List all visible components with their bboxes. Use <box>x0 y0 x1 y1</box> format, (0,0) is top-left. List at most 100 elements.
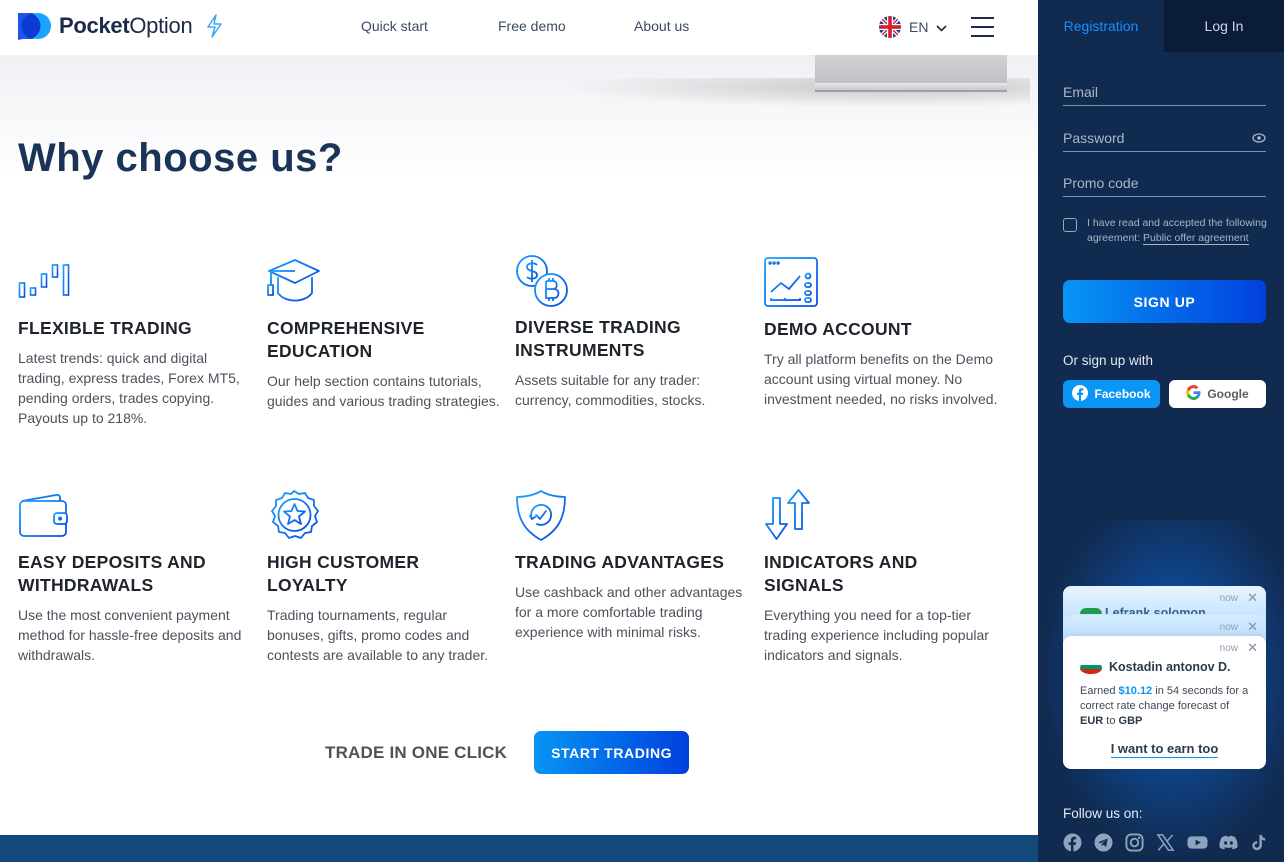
youtube-icon[interactable] <box>1187 833 1208 852</box>
facebook-icon <box>1072 384 1089 404</box>
notification-header: Kostadin antonov D. <box>1080 660 1231 674</box>
notification-card: now ✕ Kostadin antonov D. Earned $10.12 … <box>1063 636 1266 769</box>
flag-stripe <box>1080 669 1102 674</box>
feature-card: DIVERSE TRADING INSTRUMENTS Assets suita… <box>515 254 750 410</box>
country-flag-icon <box>1080 608 1102 614</box>
feature-description: Our help section contains tutorials, gui… <box>267 373 500 409</box>
email-input[interactable] <box>1063 78 1266 105</box>
language-code: EN <box>909 19 929 35</box>
menu-line <box>971 26 994 28</box>
from-currency: EUR <box>1080 715 1104 727</box>
lightning-bolt-icon <box>204 14 224 38</box>
tab-login[interactable]: Log In <box>1164 0 1284 52</box>
feature-description: Use cashback and other advantages for a … <box>515 584 743 640</box>
earned-prefix: Earned <box>1080 685 1119 697</box>
feature-description: Everything you need for a top-tier tradi… <box>764 607 989 663</box>
brand-logo[interactable]: PocketOption <box>17 12 224 40</box>
instagram-icon[interactable] <box>1125 833 1144 852</box>
feature-description: Assets suitable for any trader: currency… <box>515 372 706 408</box>
feature-card: DEMO ACCOUNT Try all platform benefits o… <box>764 256 999 409</box>
x-icon[interactable] <box>1156 833 1175 852</box>
facebook-icon[interactable] <box>1063 833 1082 852</box>
page-title: Why choose us? <box>18 136 343 180</box>
promo-code-field[interactable] <box>1063 169 1266 197</box>
wallet-icon <box>18 489 74 545</box>
demo-chart-window-icon <box>764 256 820 312</box>
graduation-cap-icon <box>267 255 323 311</box>
close-icon[interactable]: ✕ <box>1247 619 1258 635</box>
page: PocketOption Quick start Free demo About… <box>0 0 1284 862</box>
star-badge-icon <box>267 489 323 545</box>
to-currency: GBP <box>1118 715 1143 727</box>
feature-title: FLEXIBLE TRADING <box>18 318 192 338</box>
feature-description: Trading tournaments, regular bonuses, gi… <box>267 607 489 663</box>
notification-name: Lefrank solomon <box>1105 606 1206 614</box>
trade-cta-label: TRADE IN ONE CLICK <box>325 742 508 762</box>
discord-icon[interactable] <box>1218 833 1238 852</box>
feature-card: EASY DEPOSITS AND WITHDRAWALS Use the mo… <box>18 489 253 665</box>
nav-about-us[interactable]: About us <box>634 18 689 34</box>
feature-title: INDICATORS AND SIGNALS <box>764 552 918 595</box>
password-input[interactable] <box>1063 124 1266 151</box>
main-content: PocketOption Quick start Free demo About… <box>0 0 1038 862</box>
feature-card: HIGH CUSTOMER LOYALTY Trading tournament… <box>267 489 502 665</box>
feature-title: HIGH CUSTOMER LOYALTY <box>267 552 420 595</box>
notification-message: Earned $10.12 in 54 seconds for a correc… <box>1080 684 1255 729</box>
agreement-text: I have read and accepted the following a… <box>1087 216 1268 246</box>
menu-line <box>971 17 994 19</box>
device-image <box>815 55 1007 95</box>
feature-title: EASY DEPOSITS AND WITHDRAWALS <box>18 552 206 595</box>
earned-amount: $10.12 <box>1118 685 1153 697</box>
auth-tabs: Registration Log In <box>1038 0 1284 52</box>
feature-card: FLEXIBLE TRADING Latest trends: quick an… <box>18 255 253 428</box>
candlestick-chart-icon <box>18 255 74 311</box>
pocketoption-logo-icon <box>17 12 52 40</box>
shield-check-icon <box>515 489 571 545</box>
up-down-arrows-icon <box>764 489 820 545</box>
earn-too-link[interactable]: I want to earn too <box>1110 741 1219 758</box>
notification-time: now <box>1219 622 1238 633</box>
social-links <box>1063 833 1268 852</box>
dollar-bitcoin-icon <box>515 254 571 310</box>
sign-up-button[interactable]: SIGN UP <box>1063 280 1266 323</box>
menu-line <box>971 35 994 37</box>
close-icon[interactable]: ✕ <box>1247 590 1258 606</box>
language-selector[interactable]: EN <box>879 16 948 38</box>
feature-title: DEMO ACCOUNT <box>764 319 912 339</box>
tiktok-icon[interactable] <box>1249 833 1268 852</box>
brand-name-light: Option <box>129 13 193 38</box>
close-icon[interactable]: ✕ <box>1247 640 1258 656</box>
footer-band <box>0 835 1038 862</box>
tab-registration[interactable]: Registration <box>1038 0 1164 52</box>
promo-code-input[interactable] <box>1063 169 1266 196</box>
feature-title: TRADING ADVANTAGES <box>515 552 725 572</box>
telegram-icon[interactable] <box>1094 833 1113 852</box>
feature-title: DIVERSE TRADING INSTRUMENTS <box>515 317 681 360</box>
feature-description: Use the most convenient payment method f… <box>18 607 242 663</box>
start-trading-button[interactable]: START TRADING <box>534 731 690 774</box>
hamburger-menu-icon[interactable] <box>971 17 994 37</box>
notification-time: now <box>1219 643 1238 654</box>
notification-time: now <box>1219 593 1238 604</box>
feature-description: Try all platform benefits on the Demo ac… <box>764 351 998 407</box>
password-field[interactable] <box>1063 124 1266 152</box>
device-body <box>815 55 1007 83</box>
feature-card: INDICATORS AND SIGNALS Everything you ne… <box>764 489 999 665</box>
google-icon <box>1186 385 1201 403</box>
chevron-down-icon <box>936 19 948 35</box>
eye-icon[interactable] <box>1252 130 1266 143</box>
google-signup-button[interactable]: Google <box>1169 380 1266 408</box>
brand-name: PocketOption <box>59 13 193 39</box>
email-field[interactable] <box>1063 78 1266 106</box>
uk-flag-icon <box>879 16 901 38</box>
top-navigation-bar: PocketOption Quick start Free demo About… <box>0 0 1038 55</box>
public-offer-link[interactable]: Public offer agreement <box>1143 232 1249 245</box>
follow-us-label: Follow us on: <box>1063 806 1143 821</box>
nav-free-demo[interactable]: Free demo <box>498 18 566 34</box>
to-word: to <box>1103 715 1119 727</box>
nav-quick-start[interactable]: Quick start <box>361 18 428 34</box>
agreement-checkbox[interactable] <box>1063 218 1077 232</box>
feature-title: COMPREHENSIVE EDUCATION <box>267 318 425 361</box>
notification-cta: I want to earn too <box>1063 740 1266 758</box>
facebook-signup-button[interactable]: Facebook <box>1063 380 1160 408</box>
